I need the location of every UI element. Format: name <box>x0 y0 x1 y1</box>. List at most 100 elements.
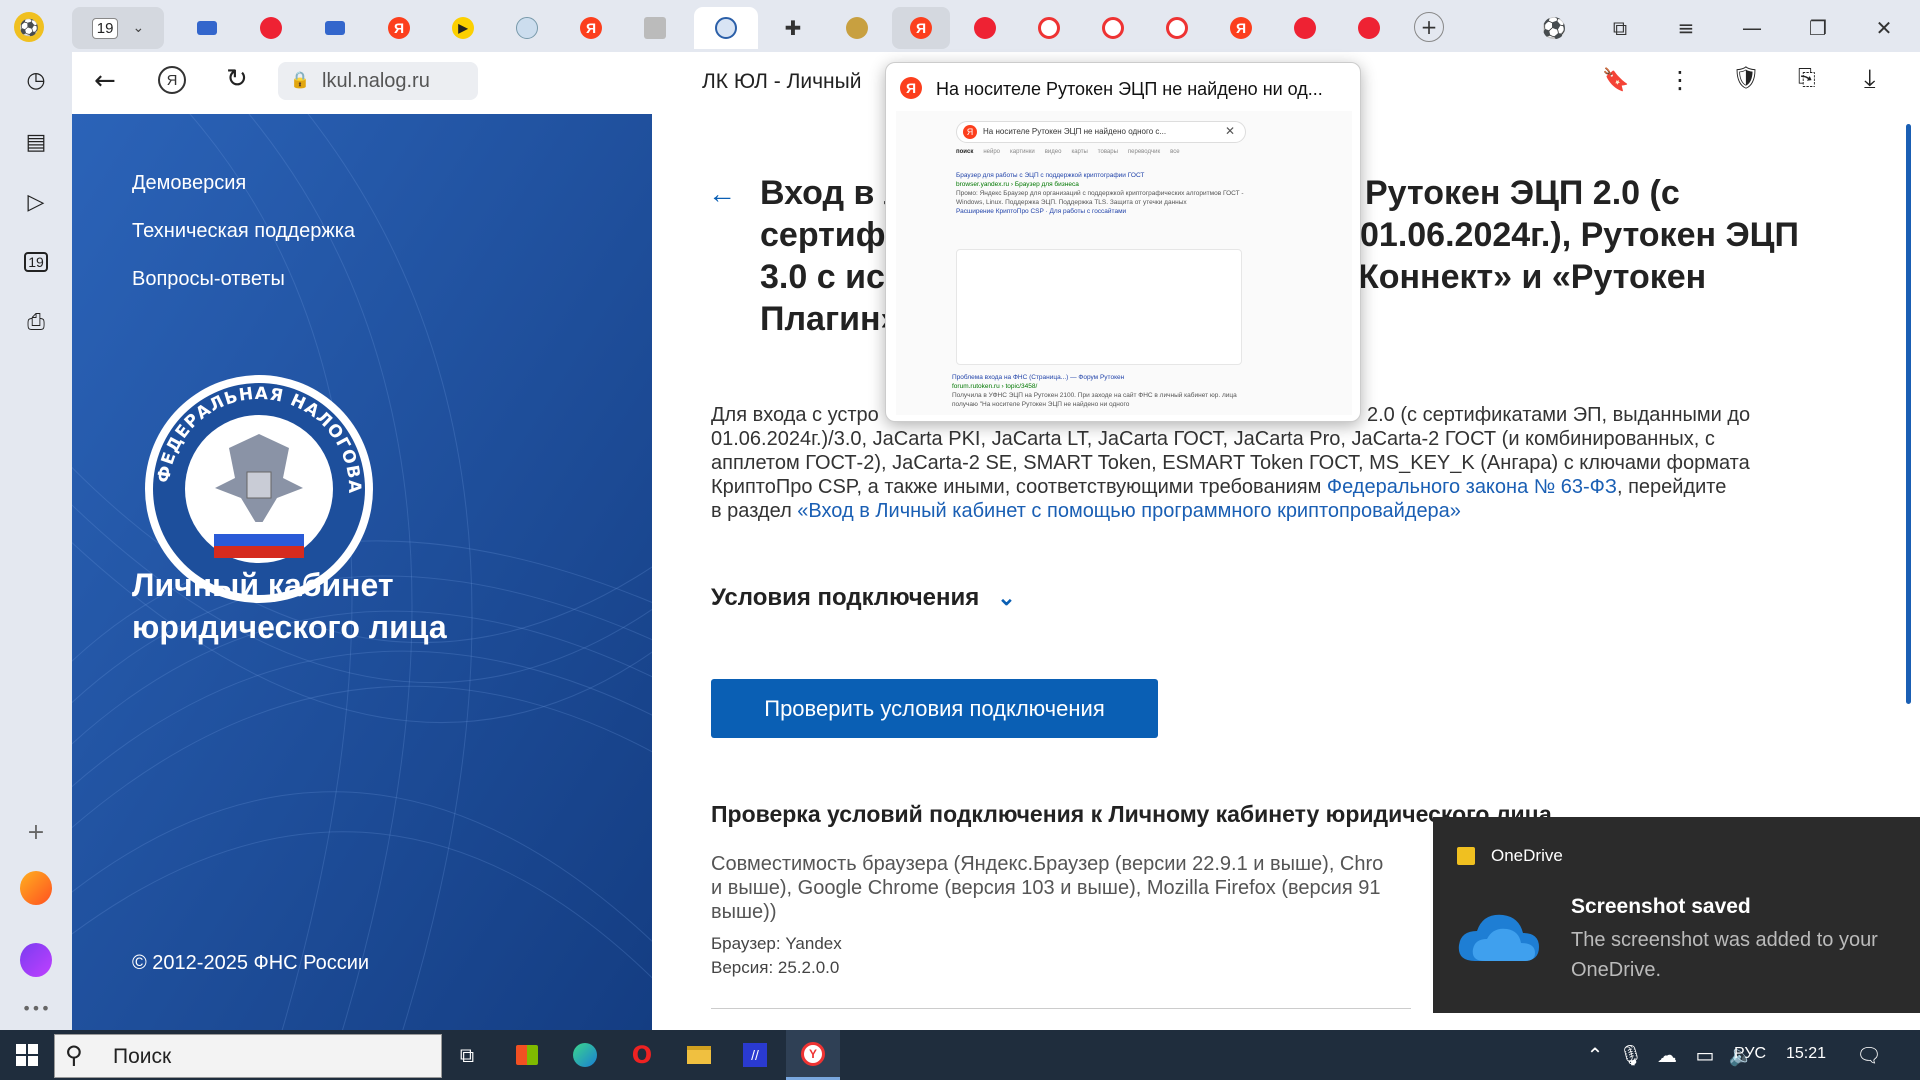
language-indicator[interactable]: РУС <box>1734 1045 1766 1063</box>
tray-expand-icon[interactable]: ⌃ <box>1580 1040 1610 1070</box>
popup-tab: переводчик <box>1127 149 1161 155</box>
video-icon[interactable]: ▷ <box>20 186 52 218</box>
opera-icon[interactable]: O <box>627 1040 657 1070</box>
tab-extensions[interactable]: ✚ <box>764 7 822 49</box>
tab-6[interactable] <box>498 7 556 49</box>
collections-icon[interactable]: ▤ <box>20 126 52 158</box>
support-link[interactable]: Техническая поддержка <box>132 220 355 243</box>
cabinet-title-line1: Личный кабинет <box>132 567 394 603</box>
compat-line2: и выше), Google Chrome (версия 103 и выш… <box>711 877 1381 899</box>
url-field[interactable]: 🔒 lkul.nalog.ru <box>278 62 478 100</box>
adblock-icon[interactable]: 🛡 <box>1732 66 1760 91</box>
profile-avatar-icon[interactable]: ⚽ <box>14 12 44 42</box>
cabinet-title-line2: юридического лица <box>132 609 447 645</box>
popup-tab: нейро <box>983 149 1001 155</box>
menu-icon[interactable]: ≡ <box>1672 14 1700 42</box>
tabs-count-icon[interactable]: 19 <box>20 246 52 278</box>
popup-result1-snippet: Промо: Яндекс Браузер для организаций с … <box>956 190 1244 206</box>
popup-search-box: Я На носителе Рутокен ЭЦП не найдено одн… <box>956 121 1246 143</box>
heading-line3a: 3.0 с исп <box>760 258 906 296</box>
app-icon[interactable]: // <box>740 1040 770 1070</box>
software-crypto-link[interactable]: «Вход в Личный кабинет с помощью програм… <box>797 500 1461 522</box>
tab-8[interactable] <box>626 7 684 49</box>
tab-9[interactable] <box>828 7 886 49</box>
scrollbar[interactable] <box>1906 124 1911 704</box>
tab-1[interactable] <box>178 7 236 49</box>
screenshot-icon[interactable]: ⎙ <box>20 306 52 338</box>
close-icon: ✕ <box>1225 124 1236 138</box>
history-icon[interactable]: ◷ <box>20 64 52 96</box>
popup-thumbnail: Я На носителе Рутокен ЭЦП не найдено одн… <box>896 111 1352 415</box>
tab-counter-button[interactable]: 19 ⌄ <box>72 7 164 49</box>
yandex-tab-icon: Я <box>910 17 932 39</box>
kebab-menu-icon[interactable]: ⋮ <box>1668 66 1692 94</box>
new-tab-button[interactable]: + <box>1414 12 1444 42</box>
mail-icon[interactable] <box>20 871 52 905</box>
windows-start-icon[interactable] <box>12 1040 42 1070</box>
yandex-browser-taskbar-button[interactable]: Y <box>786 1030 840 1080</box>
page-title: ЛК ЮЛ - Личный <box>702 70 862 93</box>
federal-law-link[interactable]: Федерального закона № 63-ФЗ <box>1327 476 1617 498</box>
tab-5[interactable]: ▶ <box>434 7 492 49</box>
notifications-icon[interactable]: 🗨 <box>1854 1040 1884 1070</box>
compat-text: Совместимость браузера (Яндекс.Браузер (… <box>711 852 1383 924</box>
rutoken-tab-icon <box>1038 17 1060 39</box>
doc-tab-icon <box>197 21 217 35</box>
popup-result1: Браузер для работы с ЭЦП с поддержкой кр… <box>956 171 1256 216</box>
tab-3[interactable] <box>306 7 364 49</box>
store-icon[interactable] <box>512 1040 542 1070</box>
check-heading: Проверка условий подключения к Личному к… <box>711 801 1552 827</box>
tab-15[interactable]: Я <box>1212 7 1270 49</box>
check-conditions-button[interactable]: Проверить условия подключения <box>711 679 1158 738</box>
file-explorer-icon[interactable] <box>684 1040 714 1070</box>
ball-icon[interactable]: ⚽ <box>1540 14 1568 42</box>
onedrive-notification[interactable]: OneDrive Screenshot saved The screenshot… <box>1433 817 1920 1013</box>
onedrive-tray-icon[interactable]: ☁ <box>1652 1040 1682 1070</box>
reload-icon[interactable]: ↻ <box>226 64 248 94</box>
tab-17[interactable] <box>1340 7 1398 49</box>
battery-icon[interactable]: ▭ <box>1690 1040 1720 1070</box>
left-info-panel: Демоверсия Техническая поддержка Вопросы… <box>72 114 652 1030</box>
tab-10[interactable]: Я <box>892 7 950 49</box>
conditions-label: Условия подключения <box>711 584 980 611</box>
heading-line2b: 01.06.2024г.), Рутокен ЭЦП <box>1360 216 1799 254</box>
alice-icon[interactable] <box>20 943 52 977</box>
yandex-home-icon[interactable]: Я <box>158 66 186 94</box>
popup-result1-url: browser.yandex.ru › Браузер для бизнеса <box>956 181 1079 188</box>
bookmarks-panel-icon[interactable]: ⧉ <box>1606 14 1634 42</box>
demo-link[interactable]: Демоверсия <box>132 172 246 195</box>
conditions-toggle[interactable]: Условия подключения ⌄ <box>711 584 1016 612</box>
tab-bar: ⚽ 19 ⌄ Я ▶ Я ✚ Я Я + ⚽ ⧉ ≡ — ❐ ✕ <box>0 0 1920 52</box>
microphone-icon[interactable]: 🎙 <box>1616 1040 1646 1070</box>
edge-icon[interactable] <box>570 1040 600 1070</box>
tab-13[interactable] <box>1084 7 1142 49</box>
back-icon[interactable]: ← <box>94 66 116 96</box>
minimize-icon[interactable]: — <box>1738 14 1766 42</box>
bookmark-icon[interactable]: 🔖 <box>1602 68 1629 93</box>
add-icon[interactable]: + <box>20 816 52 848</box>
more-icon[interactable]: ••• <box>20 992 52 1024</box>
toast-body-line2: OneDrive. <box>1571 959 1662 981</box>
tab-2[interactable] <box>242 7 300 49</box>
task-view-icon[interactable]: ⧉ <box>452 1040 482 1070</box>
faq-link[interactable]: Вопросы-ответы <box>132 268 285 291</box>
tab-11[interactable] <box>956 7 1014 49</box>
para-line4-start: КриптоПро CSP, а также иными, соответств… <box>711 476 1327 498</box>
clock[interactable]: 15:21 <box>1786 1045 1826 1063</box>
downloads-icon[interactable]: ⤓ <box>1864 64 1876 95</box>
tab-12[interactable] <box>1020 7 1078 49</box>
tab-4[interactable]: Я <box>370 7 428 49</box>
close-icon[interactable]: ✕ <box>1870 14 1898 42</box>
tab-14[interactable] <box>1148 7 1206 49</box>
extension-icon[interactable]: ⎘ <box>1798 66 1816 91</box>
yandex-tab-icon: Я <box>388 17 410 39</box>
image-tab-icon <box>516 17 538 39</box>
back-arrow-icon[interactable]: ← <box>708 178 736 210</box>
tab-active-nalog[interactable] <box>694 7 758 49</box>
tab-16[interactable] <box>1276 7 1334 49</box>
restore-icon[interactable]: ❐ <box>1804 14 1832 42</box>
tab-7[interactable]: Я <box>562 7 620 49</box>
taskbar-search-field[interactable]: ⚲ Поиск <box>54 1034 442 1078</box>
toast-app-name: OneDrive <box>1491 846 1563 865</box>
cabinet-title: Личный кабинет юридического лица <box>132 564 447 648</box>
